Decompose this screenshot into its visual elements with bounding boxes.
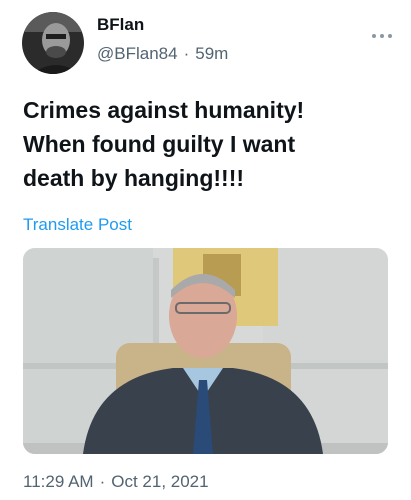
- tweet-timestamp[interactable]: 11:29 AM · Oct 21, 2021: [23, 472, 209, 492]
- meta-separator: ·: [183, 44, 190, 63]
- tweet-date: Oct 21, 2021: [111, 472, 209, 491]
- translate-post-link[interactable]: Translate Post: [23, 215, 132, 235]
- tweet-line: death by hanging!!!!: [23, 165, 245, 191]
- tweet-line: Crimes against humanity!: [23, 97, 305, 123]
- timestamp-separator: ·: [99, 472, 106, 491]
- author-display-name[interactable]: BFlan: [97, 15, 144, 35]
- more-horizontal-icon[interactable]: [371, 22, 393, 45]
- avatar[interactable]: [22, 12, 84, 74]
- tweet-media-image[interactable]: [23, 248, 388, 454]
- time-ago[interactable]: 59m: [195, 44, 228, 64]
- author-handle[interactable]: @BFlan84: [97, 44, 178, 64]
- tweet-text: Crimes against humanity! When found guil…: [23, 93, 393, 195]
- tweet-line: When found guilty I want: [23, 131, 296, 157]
- tweet-time: 11:29 AM: [23, 472, 94, 491]
- author-meta: @BFlan84 · 59m: [97, 44, 228, 64]
